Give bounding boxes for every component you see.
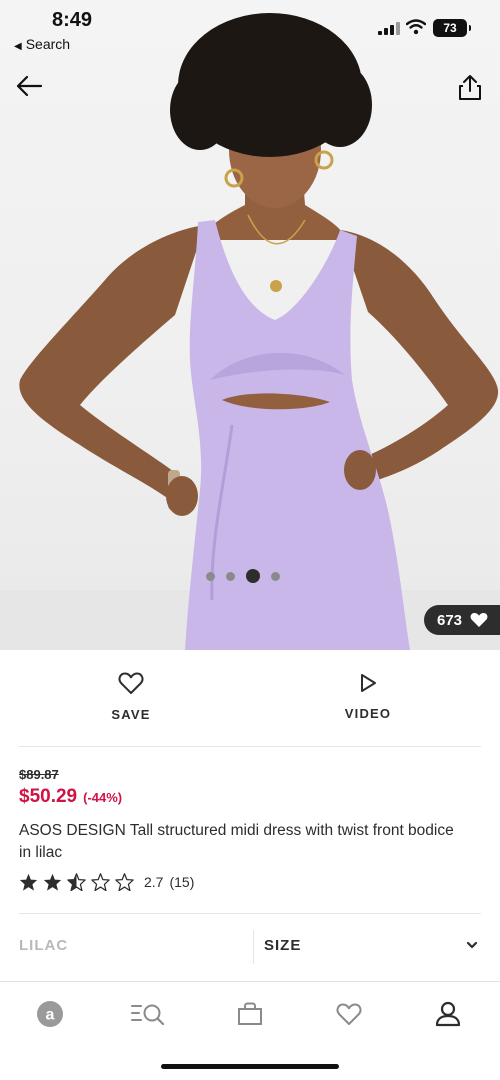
back-triangle-icon: ◀	[14, 41, 22, 52]
star-full-icon	[43, 873, 62, 891]
star-full-icon	[19, 873, 38, 891]
rating-count: (15)	[169, 874, 195, 890]
action-row: SAVE VIDEO	[0, 650, 500, 746]
home-indicator[interactable]	[161, 1064, 339, 1069]
tab-bag[interactable]	[232, 999, 268, 1029]
share-icon[interactable]	[457, 73, 483, 101]
likes-badge: 673	[424, 605, 500, 635]
product-title: ASOS DESIGN Tall structured midi dress w…	[19, 822, 454, 861]
gallery-dot[interactable]	[206, 571, 215, 581]
save-button[interactable]: SAVE	[100, 672, 162, 722]
svg-text:a: a	[46, 1007, 55, 1024]
account-icon	[435, 1001, 461, 1027]
color-label: LILAC	[19, 937, 69, 954]
back-app-label: Search	[25, 36, 71, 52]
heart-filled-icon	[470, 612, 488, 627]
rating-value: 2.7	[144, 874, 164, 890]
tab-home[interactable]: a	[32, 999, 68, 1029]
save-label: SAVE	[111, 707, 151, 722]
back-to-app-link[interactable]: ◀ Search	[14, 36, 70, 52]
status-time: 8:49	[52, 9, 93, 31]
tab-saved[interactable]	[331, 999, 367, 1029]
product-image-gallery[interactable]	[0, 0, 500, 650]
bag-icon	[238, 1002, 262, 1025]
product-photo	[0, 13, 500, 650]
home-icon: a	[37, 1001, 63, 1027]
back-arrow-icon[interactable]	[14, 72, 44, 100]
tab-search[interactable]	[130, 999, 166, 1029]
heart-icon	[336, 1003, 362, 1025]
original-price: $89.87	[19, 767, 59, 782]
gallery-dot[interactable]	[226, 571, 235, 581]
sale-price: $50.29	[19, 786, 78, 807]
play-icon	[361, 674, 376, 692]
tab-account[interactable]	[430, 999, 466, 1029]
star-empty-icon	[115, 873, 134, 891]
chevron-down-icon	[466, 941, 478, 949]
cellular-signal-icon	[378, 22, 400, 35]
wifi-icon	[406, 19, 426, 35]
size-label: SIZE	[264, 937, 302, 954]
product-rating[interactable]: 2.7 (15)	[19, 873, 194, 891]
rating-stars	[19, 873, 134, 891]
star-empty-icon	[91, 873, 110, 891]
price-row: $50.29 (-44%)	[19, 786, 122, 808]
gallery-dot-active[interactable]	[246, 569, 260, 583]
heart-outline-icon	[118, 672, 144, 694]
video-label: VIDEO	[344, 706, 392, 721]
discount-badge: (-44%)	[83, 790, 123, 805]
likes-count: 673	[437, 611, 463, 629]
battery-indicator: 73	[433, 19, 471, 37]
variant-separator	[253, 930, 254, 964]
status-bar: 8:49 ◀ Search 73	[0, 0, 500, 58]
gallery-pagination[interactable]	[206, 569, 280, 583]
video-button[interactable]: VIDEO	[334, 672, 402, 721]
star-half-icon	[67, 873, 86, 891]
size-selector[interactable]: SIZE	[264, 930, 480, 964]
divider	[19, 746, 481, 747]
search-menu-icon	[131, 1004, 165, 1026]
gallery-dot[interactable]	[271, 571, 280, 581]
divider	[19, 913, 481, 914]
